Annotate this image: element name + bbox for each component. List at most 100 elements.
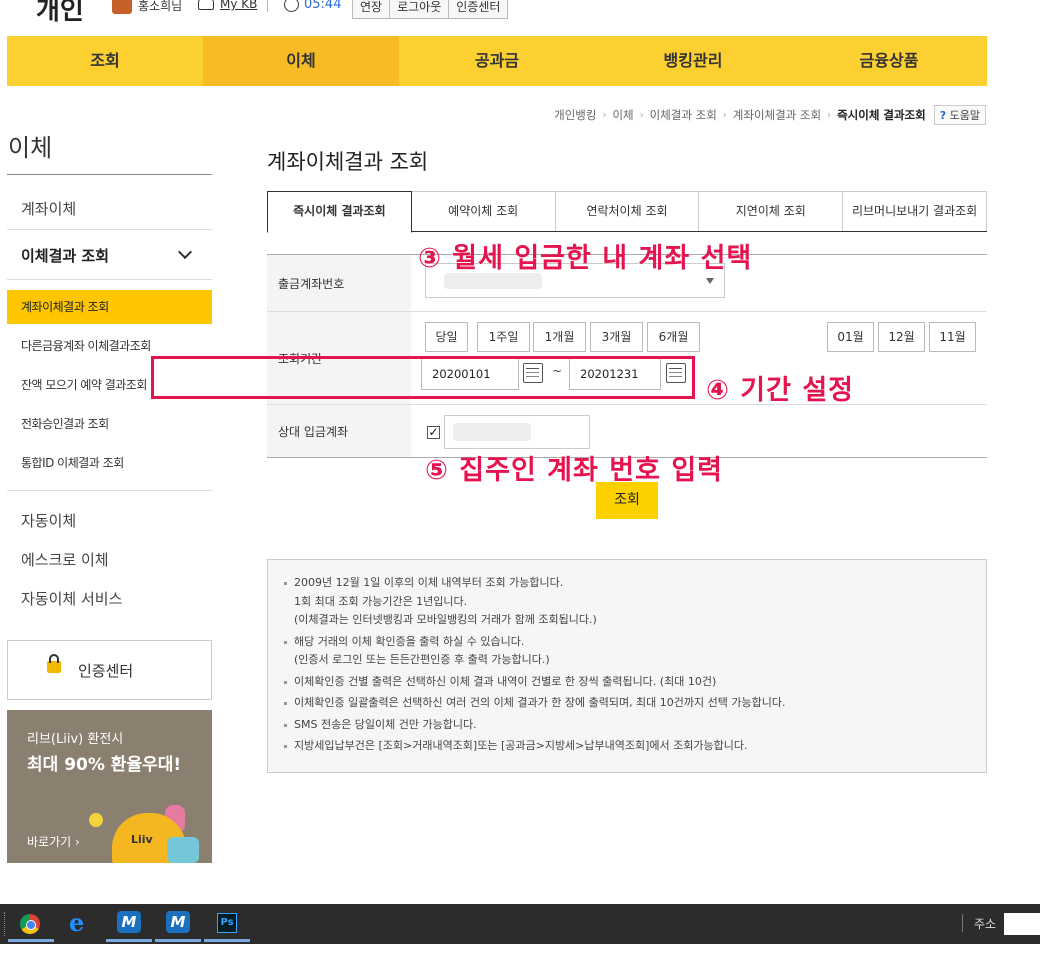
address-label: 주소 xyxy=(974,917,997,931)
breadcrumb-current: 즉시이체 결과조회 xyxy=(837,108,926,122)
taskbar-m-app-1[interactable]: M xyxy=(106,906,152,942)
top-bar: 개인 홍소희님 My KB 05:44 연장 로그아웃 인증센터 xyxy=(0,0,1040,30)
cert-center-box[interactable]: 인증센터 xyxy=(7,640,212,700)
logout-button[interactable]: 로그아웃 xyxy=(390,0,450,19)
divider xyxy=(267,0,268,12)
dropdown-arrow-icon xyxy=(706,278,714,284)
help-label: 도움말 xyxy=(949,109,980,122)
coin-icon xyxy=(89,813,103,827)
chevron-down-icon[interactable] xyxy=(177,244,193,260)
global-nav: 조회 이체 공과금 뱅킹관리 금융상품 xyxy=(7,36,987,86)
annotation-step4: ④ 기간 설정 xyxy=(706,375,855,406)
breadcrumb: 개인뱅킹 › 이체 › 이체결과 조회 › 계좌이체결과 조회 › 즉시이체 결과조회 … xyxy=(554,105,986,125)
chevron-right-icon: › xyxy=(827,109,832,121)
chevron-right-icon: › xyxy=(639,109,644,121)
month-12-button[interactable]: 12월 xyxy=(878,322,925,352)
photoshop-icon: Ps xyxy=(217,913,237,933)
annotation-step5: ⑤ 집주인 계좌 번호 입력 xyxy=(425,455,724,486)
person-icon xyxy=(198,0,214,10)
sidebar-item-escrow[interactable]: 에스크로 이체 xyxy=(21,549,109,570)
sidebar-item-auto-service[interactable]: 자동이체 서비스 xyxy=(21,588,122,609)
extend-button[interactable]: 연장 xyxy=(352,0,391,19)
gnb-item-transfer[interactable]: 이체 xyxy=(203,36,399,86)
tab-liiv-money[interactable]: 리브머니보내기 결과조회 xyxy=(843,191,987,231)
breadcrumb-item[interactable]: 이체 xyxy=(612,107,633,123)
sidebar-subitem-other-bank[interactable]: 다른금융계좌 이체결과조회 xyxy=(21,337,151,354)
account-label: 출금계좌번호 xyxy=(267,255,411,311)
taskbar-m-app-2[interactable]: M xyxy=(155,906,201,942)
sidebar-subitem-integrated-id[interactable]: 통합ID 이체결과 조회 xyxy=(21,454,124,471)
tab-immediate[interactable]: 즉시이체 결과조회 xyxy=(267,191,412,233)
masked-account xyxy=(444,273,542,289)
info-note: SMS 전송은 당일이체 건만 가능합니다. xyxy=(282,716,986,735)
mascot-cyan xyxy=(167,837,199,863)
sidebar-subitem-balance-gather[interactable]: 잔액 모으기 예약 결과조회 xyxy=(21,376,147,393)
divider xyxy=(7,229,212,230)
counterparty-account-input[interactable] xyxy=(444,415,590,449)
highlight-box xyxy=(151,356,695,399)
brand-title: 개인 xyxy=(36,0,84,26)
period-today-button[interactable]: 당일 xyxy=(425,322,468,352)
m-app-icon: M xyxy=(117,911,141,933)
gnb-item-products[interactable]: 금융상품 xyxy=(791,36,987,86)
m-app-icon: M xyxy=(166,911,190,933)
user-badge-icon xyxy=(112,0,132,14)
taskbar-photoshop[interactable]: Ps xyxy=(204,906,250,942)
period-1month-button[interactable]: 1개월 xyxy=(533,322,586,352)
info-note: 이체확인증 건별 출력은 선택하신 이체 결과 내역이 건별로 한 장씩 출력됩… xyxy=(282,673,986,692)
gnb-item-inquiry[interactable]: 조회 xyxy=(7,36,203,86)
tab-delayed[interactable]: 지연이체 조회 xyxy=(699,191,844,231)
period-1week-button[interactable]: 1주일 xyxy=(477,322,530,352)
period-3month-button[interactable]: 3개월 xyxy=(590,322,643,352)
divider xyxy=(7,279,212,280)
info-box: 2009년 12월 1일 이후의 이체 내역부터 조회 가능합니다. 1회 최대… xyxy=(267,559,987,773)
search-button[interactable]: 조회 xyxy=(596,482,658,519)
banner-link[interactable]: 바로가기 › xyxy=(27,833,80,850)
chrome-icon xyxy=(20,914,40,934)
ie-icon: e xyxy=(69,908,85,937)
top-buttons: 연장 로그아웃 인증센터 xyxy=(352,0,509,19)
month-01-button[interactable]: 01월 xyxy=(827,322,874,352)
taskbar: e M M Ps 주소 xyxy=(0,904,1040,944)
tab-scheduled[interactable]: 예약이체 조회 xyxy=(411,191,556,231)
mykb-link[interactable]: My KB xyxy=(220,0,257,11)
breadcrumb-item[interactable]: 개인뱅킹 xyxy=(554,107,596,123)
sidebar-item-transfer-result[interactable]: 이체결과 조회 xyxy=(21,245,109,266)
info-note: 지방세입납부건은 [조회>거래내역조회]또는 [공과금>지방세>납부내역조회]에… xyxy=(282,737,986,756)
sidebar-subitem-account-result[interactable]: 계좌이체결과 조회 xyxy=(7,290,212,324)
sidebar-subitem-phone-approval[interactable]: 전화승인결과 조회 xyxy=(21,415,109,432)
gnb-item-banking-mgmt[interactable]: 뱅킹관리 xyxy=(595,36,791,86)
sidebar-item-auto-transfer[interactable]: 자동이체 xyxy=(21,510,76,531)
lock-icon xyxy=(47,654,61,673)
sidebar-item-account-transfer[interactable]: 계좌이체 xyxy=(21,198,76,219)
taskbar-chrome[interactable] xyxy=(8,906,54,942)
counterparty-checkbox[interactable]: ✓ xyxy=(427,426,440,439)
divider xyxy=(7,490,212,491)
session-timer: 05:44 xyxy=(304,0,342,12)
user-name: 홍소희님 xyxy=(138,0,183,13)
info-note: 2009년 12월 1일 이후의 이체 내역부터 조회 가능합니다. 1회 최대… xyxy=(282,574,986,630)
banner-line1: 리브(Liiv) 환전시 xyxy=(27,732,124,747)
divider xyxy=(7,174,212,175)
counterparty-label: 상대 입금계좌 xyxy=(267,405,411,457)
divider xyxy=(962,914,963,932)
chevron-right-icon: › xyxy=(602,109,607,121)
gnb-item-utility[interactable]: 공과금 xyxy=(399,36,595,86)
chevron-right-icon: › xyxy=(722,109,727,121)
tab-contact[interactable]: 연락처이체 조회 xyxy=(555,191,700,231)
clock-icon xyxy=(284,0,299,12)
promo-banner[interactable]: 리브(Liiv) 환전시 최대 90% 환율우대! Liiv 바로가기 › xyxy=(7,710,212,863)
taskbar-ie[interactable]: e xyxy=(57,906,103,942)
question-icon: ? xyxy=(939,109,947,122)
taskbar-grip xyxy=(4,912,7,936)
mascot-label: Liiv xyxy=(131,833,153,846)
month-11-button[interactable]: 11월 xyxy=(929,322,976,352)
address-input[interactable] xyxy=(1004,913,1040,935)
cert-center-button[interactable]: 인증센터 xyxy=(449,0,509,19)
period-6month-button[interactable]: 6개월 xyxy=(647,322,700,352)
tab-bar: 즉시이체 결과조회 예약이체 조회 연락처이체 조회 지연이체 조회 리브머니보… xyxy=(267,191,987,233)
breadcrumb-item[interactable]: 이체결과 조회 xyxy=(650,107,717,123)
help-button[interactable]: ? 도움말 xyxy=(933,105,986,125)
info-note: 해당 거래의 이체 확인증을 출력 하실 수 있습니다. (인증서 로그인 또는… xyxy=(282,633,986,670)
breadcrumb-item[interactable]: 계좌이체결과 조회 xyxy=(733,107,821,123)
